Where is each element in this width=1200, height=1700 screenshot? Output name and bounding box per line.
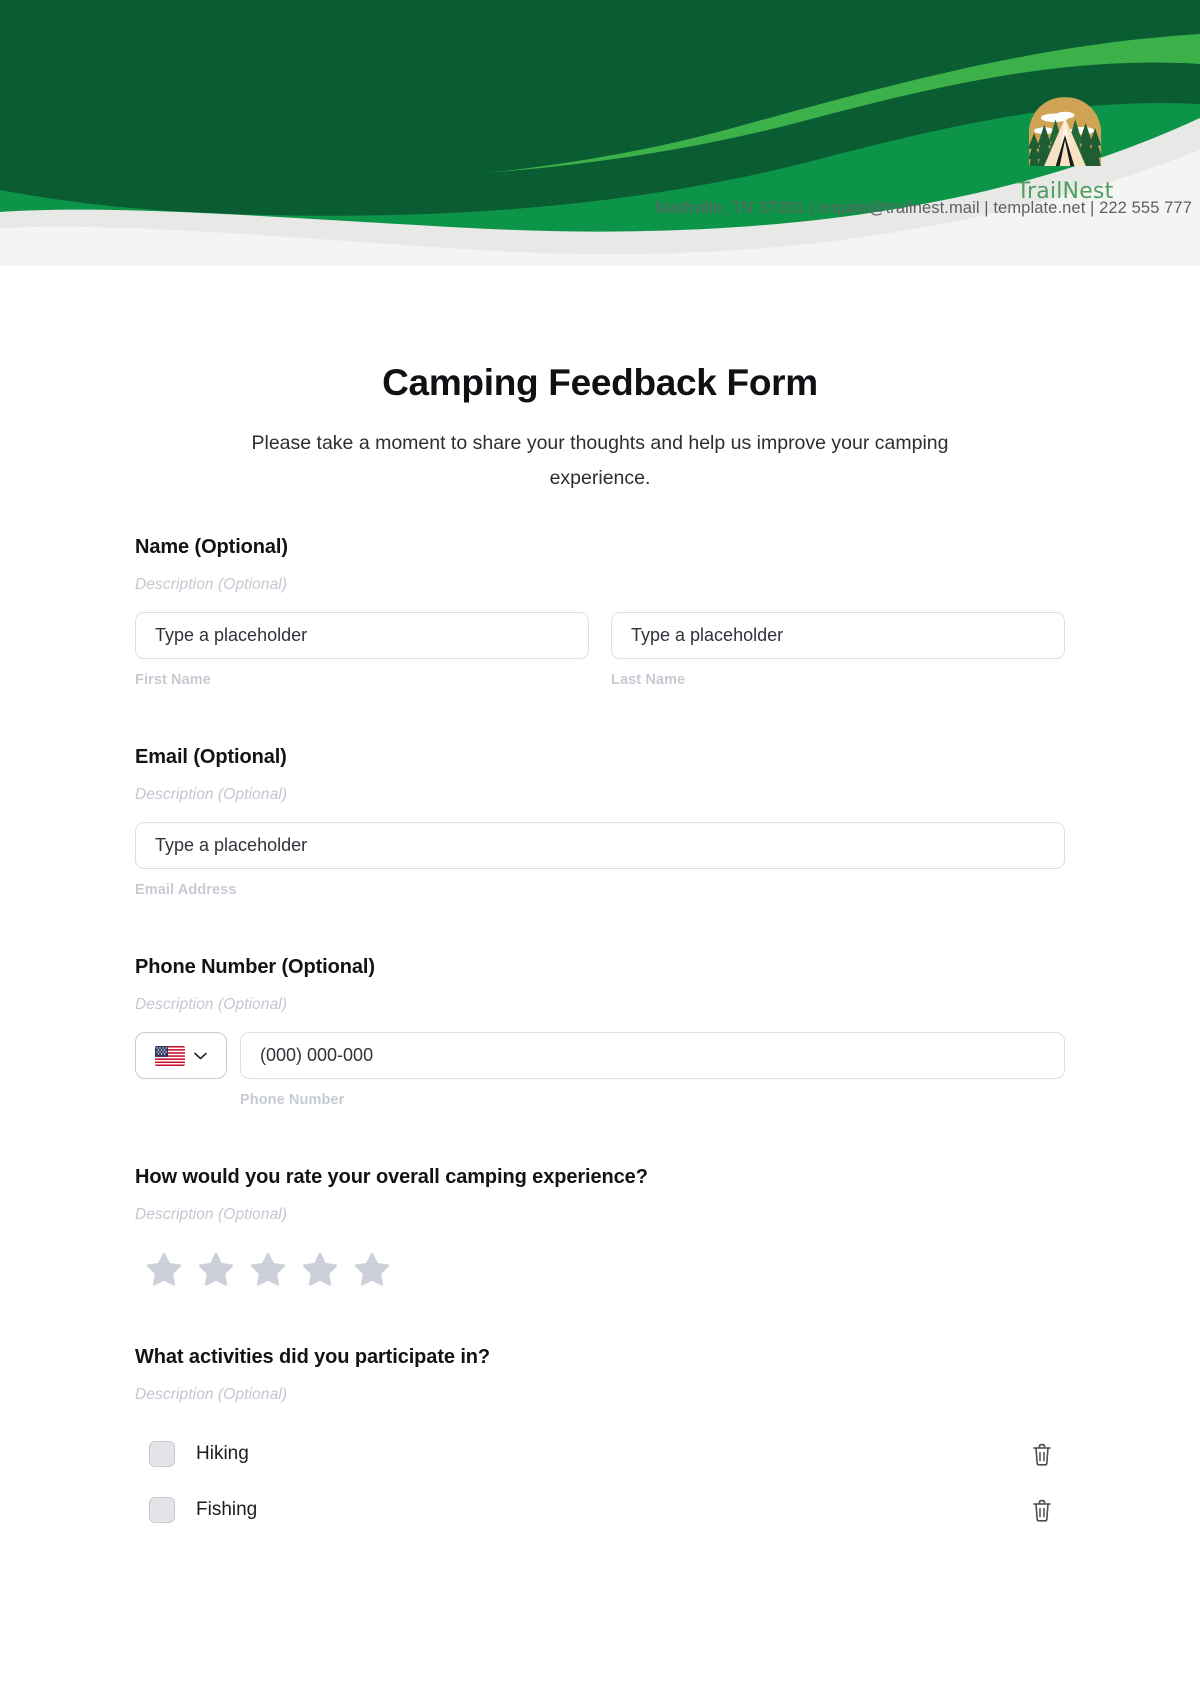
star-icon[interactable]: [301, 1250, 339, 1288]
field-name-label: Name (Optional): [135, 536, 288, 558]
email-input-row: Email Address: [135, 822, 1065, 898]
page-title: Camping Feedback Form: [382, 362, 818, 403]
field-phone-label: Phone Number (Optional): [135, 956, 375, 978]
camping-tent-forest-logo-icon: [1028, 97, 1102, 166]
trash-icon[interactable]: [1031, 1498, 1053, 1523]
field-email-label: Email (Optional): [135, 746, 287, 768]
star-icon[interactable]: [197, 1250, 235, 1288]
phone-input-row: [135, 1032, 1065, 1079]
page-subtitle: Please take a moment to share your thoug…: [251, 432, 949, 489]
email-group: Email Address: [135, 822, 1065, 898]
field-phone: Phone Number (Optional) Description (Opt…: [135, 956, 1065, 1108]
checkbox-label: Hiking: [196, 1443, 249, 1464]
star-icon[interactable]: [249, 1250, 287, 1288]
trash-icon[interactable]: [1031, 1442, 1053, 1467]
phone-number-input[interactable]: [240, 1032, 1065, 1079]
field-email: Email (Optional) Description (Optional) …: [135, 746, 1065, 898]
star-icon[interactable]: [353, 1250, 391, 1288]
page-header: TrailNest Nashville, TN 37201 | inquire@…: [0, 0, 1200, 266]
first-name-group: First Name: [135, 612, 589, 688]
field-rating: How would you rate your overall camping …: [135, 1166, 1065, 1288]
phone-number-group: [240, 1032, 1065, 1079]
field-email-description: Description (Optional): [135, 786, 288, 803]
star-rating-group[interactable]: [135, 1250, 1065, 1288]
email-sub-label: Email Address: [135, 882, 237, 898]
first-name-sub-label: First Name: [135, 672, 211, 688]
country-code-select[interactable]: [135, 1032, 227, 1079]
contact-info-line: Nashville, TN 37201 | inquire@trailnest.…: [654, 199, 1192, 217]
field-rating-description: Description (Optional): [135, 1206, 288, 1223]
field-phone-description: Description (Optional): [135, 996, 288, 1013]
us-flag-icon: [155, 1045, 185, 1066]
last-name-sub-label: Last Name: [611, 672, 686, 688]
checkbox-fishing[interactable]: [149, 1497, 175, 1523]
field-name-description: Description (Optional): [135, 576, 288, 593]
field-rating-label: How would you rate your overall camping …: [135, 1166, 648, 1188]
checkbox-label: Fishing: [196, 1499, 258, 1520]
last-name-input[interactable]: [611, 612, 1065, 659]
form-page: Camping Feedback Form Please take a mome…: [0, 362, 1200, 1538]
name-inputs-row: First Name Last Name: [135, 612, 1065, 688]
field-activities: What activities did you participate in? …: [135, 1346, 1065, 1538]
field-activities-description: Description (Optional): [135, 1386, 288, 1403]
first-name-input[interactable]: [135, 612, 589, 659]
star-icon[interactable]: [145, 1250, 183, 1288]
chevron-down-icon: [194, 1052, 207, 1059]
brand-logo-block: TrailNest: [930, 92, 1200, 204]
field-activities-label: What activities did you participate in?: [135, 1346, 491, 1368]
checkbox-hiking[interactable]: [149, 1441, 175, 1467]
email-input[interactable]: [135, 822, 1065, 869]
form-fields: Name (Optional) Description (Optional) F…: [135, 496, 1065, 1538]
activities-checkbox-list: Hiking Fishing: [135, 1426, 1065, 1538]
phone-sub-label: Phone Number: [240, 1092, 345, 1108]
field-name: Name (Optional) Description (Optional) F…: [135, 536, 1065, 688]
list-item[interactable]: Fishing: [135, 1482, 1065, 1538]
last-name-group: Last Name: [611, 612, 1065, 688]
list-item[interactable]: Hiking: [135, 1426, 1065, 1482]
